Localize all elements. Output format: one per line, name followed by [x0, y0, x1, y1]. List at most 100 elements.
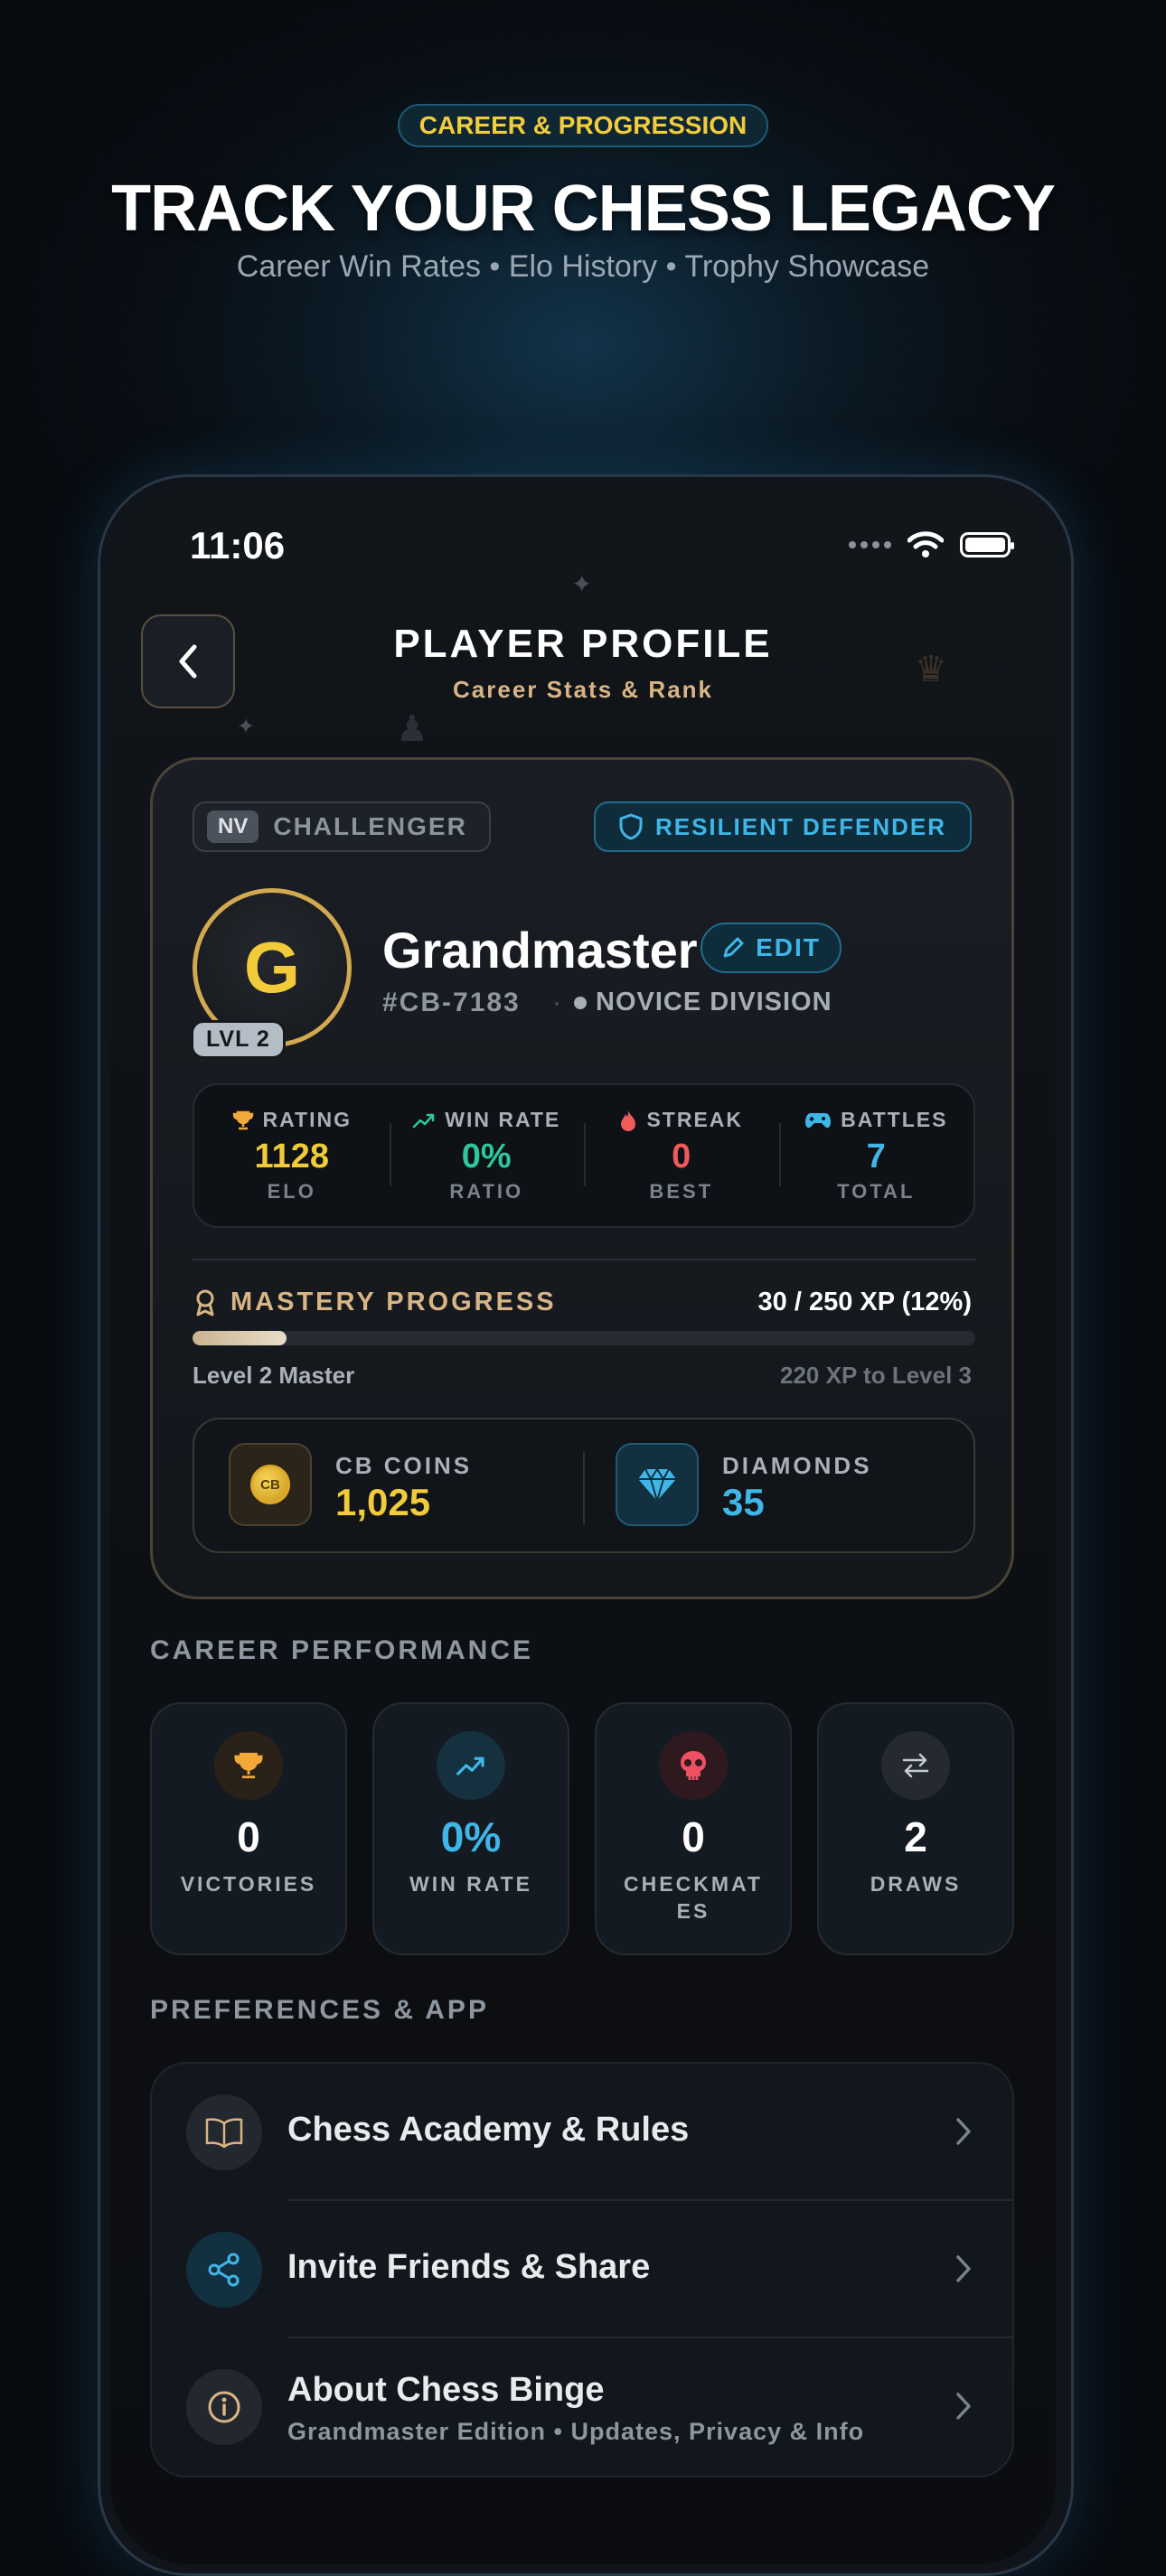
sparkle-icon: ✦: [237, 715, 256, 739]
hero-subtitle: Career Win Rates • Elo History • Trophy …: [236, 249, 930, 284]
coins-label: CB COINS: [335, 1452, 473, 1479]
career-value: 0%: [440, 1813, 502, 1860]
career-label: VICTORIES: [180, 1872, 317, 1896]
stat-unit: TOTAL: [837, 1180, 916, 1203]
chevron-right-icon: [956, 2118, 971, 2145]
mastery-progress-fill: [193, 1331, 287, 1345]
level-badge: LVL 2: [191, 1020, 286, 1059]
coin-symbol: CB: [250, 1465, 290, 1504]
career-card-win-rate: 0% WIN RATE: [372, 1702, 569, 1955]
trending-up-icon: [412, 1113, 435, 1128]
mastery-xp: 30 / 250 XP (12%): [757, 1288, 972, 1316]
stat-win-rate: WIN RATE 0% RATIO: [389, 1085, 585, 1226]
coin-icon: CB: [229, 1443, 312, 1526]
career-label: CHECKMATES: [624, 1872, 763, 1923]
stat-unit: ELO: [267, 1180, 316, 1203]
skull-icon: [659, 1731, 728, 1800]
title-badge[interactable]: RESILIENT DEFENDER: [593, 801, 972, 852]
book-icon: [186, 2094, 262, 2170]
trophy-icon: [232, 1110, 253, 1129]
id-separator: ·: [552, 988, 561, 1017]
hero-pill: CAREER & PROGRESSION: [398, 104, 768, 147]
award-icon: [196, 1289, 214, 1316]
division-label: NOVICE DIVISION: [574, 988, 832, 1017]
preferences-list: Chess Academy & Rules Invite Friends & S…: [150, 2062, 1014, 2478]
career-label: WIN RATE: [409, 1872, 532, 1896]
diamond-icon: [616, 1443, 699, 1526]
rank-name: CHALLENGER: [273, 812, 467, 840]
page-title: PLAYER PROFILE: [393, 622, 773, 666]
status-icons: [849, 531, 1014, 558]
flame-icon: [621, 1110, 636, 1131]
stat-battles: BATTLES 7 TOTAL: [778, 1085, 974, 1226]
title-badge-label: RESILIENT DEFENDER: [654, 812, 946, 840]
career-value: 0: [237, 1813, 260, 1860]
gamepad-icon: [805, 1112, 832, 1128]
pref-item-about[interactable]: About Chess Binge Grandmaster Edition • …: [152, 2338, 1012, 2476]
stat-value: 0%: [461, 1138, 512, 1176]
mastery-progress-bar: [193, 1331, 975, 1345]
stat-unit: RATIO: [449, 1180, 524, 1203]
career-card-victories: 0 VICTORIES: [150, 1702, 347, 1955]
trophy-icon: [214, 1731, 283, 1800]
stat-value: 0: [672, 1138, 691, 1176]
pref-subtitle: Grandmaster Edition • Updates, Privacy &…: [287, 2418, 865, 2445]
pencil-icon: [723, 937, 744, 958]
stat-unit: BEST: [649, 1180, 714, 1203]
swap-icon: [881, 1731, 950, 1800]
diamond-glyph-icon: [638, 1467, 676, 1503]
status-time: 11:06: [190, 524, 286, 567]
stat-label: WIN RATE: [445, 1108, 561, 1131]
section-career-performance: CAREER PERFORMANCE: [150, 1635, 534, 1665]
diamonds-value: 35: [722, 1481, 765, 1523]
sparkle-icon: ✦: [571, 570, 593, 598]
wifi-icon: [907, 531, 944, 557]
signal-icon: [849, 541, 891, 548]
info-icon: [186, 2369, 262, 2445]
stat-label: RATING: [262, 1108, 352, 1131]
trending-up-icon: [437, 1731, 505, 1800]
phone-screen: 11:06 ✦ ✦ ♛ ♟ PLAYER PROFILE Career Stat…: [110, 486, 1056, 2564]
mastery-label: MASTERY PROGRESS: [193, 1288, 557, 1317]
stat-label: BATTLES: [841, 1108, 948, 1131]
section-preferences: PREFERENCES & APP: [150, 1995, 489, 2025]
mastery-next: 220 XP to Level 3: [780, 1362, 972, 1389]
chevron-right-icon: [956, 2393, 971, 2420]
share-icon: [186, 2232, 262, 2308]
mastery-level: Level 2 Master: [193, 1362, 355, 1389]
page-subtitle: Career Stats & Rank: [453, 676, 713, 703]
pref-title: About Chess Binge: [287, 2371, 605, 2409]
shield-icon: [619, 813, 643, 840]
career-value: 2: [904, 1813, 927, 1860]
stat-value: 1128: [254, 1138, 329, 1176]
career-card-checkmates: 0 CHECKMATES: [595, 1702, 792, 1955]
stat-streak: STREAK 0 BEST: [584, 1085, 779, 1226]
pref-title: Invite Friends & Share: [287, 2248, 651, 2286]
currency-box: CB CB COINS 1,025 DIAMONDS 35: [193, 1418, 975, 1553]
rank-badge: NV CHALLENGER: [193, 801, 491, 852]
mastery-label-text: MASTERY PROGRESS: [230, 1288, 557, 1316]
pref-item-academy[interactable]: Chess Academy & Rules: [152, 2064, 1012, 2201]
battery-icon: [960, 532, 1014, 557]
hero-title: TRACK YOUR CHESS LEGACY: [111, 173, 1056, 245]
stat-value: 7: [866, 1138, 886, 1176]
pref-title: Chess Academy & Rules: [287, 2111, 690, 2149]
currency-divider: [583, 1452, 585, 1524]
profile-card: NV CHALLENGER RESILIENT DEFENDER G LVL 2…: [150, 757, 1014, 1599]
edit-button[interactable]: EDIT: [701, 923, 842, 973]
career-card-draws: 2 DRAWS: [817, 1702, 1014, 1955]
pref-item-invite[interactable]: Invite Friends & Share: [152, 2201, 1012, 2338]
rank-code: NV: [207, 810, 259, 843]
career-grid: 0 VICTORIES 0% WIN RATE 0 CHECKMATES 2 D…: [150, 1702, 1014, 1955]
edit-label: EDIT: [756, 933, 821, 961]
dot-icon: [574, 996, 587, 1009]
player-name: Grandmaster: [382, 922, 698, 979]
division-text: NOVICE DIVISION: [596, 988, 832, 1016]
stat-rating: RATING 1128 ELO: [194, 1085, 390, 1226]
divider: [193, 1259, 975, 1260]
stat-label: STREAK: [646, 1108, 744, 1131]
diamonds-label: DIAMONDS: [722, 1452, 872, 1479]
coins-value: 1,025: [335, 1481, 431, 1523]
player-id: #CB-7183: [382, 988, 521, 1017]
pawn-icon: ♟: [396, 709, 428, 749]
